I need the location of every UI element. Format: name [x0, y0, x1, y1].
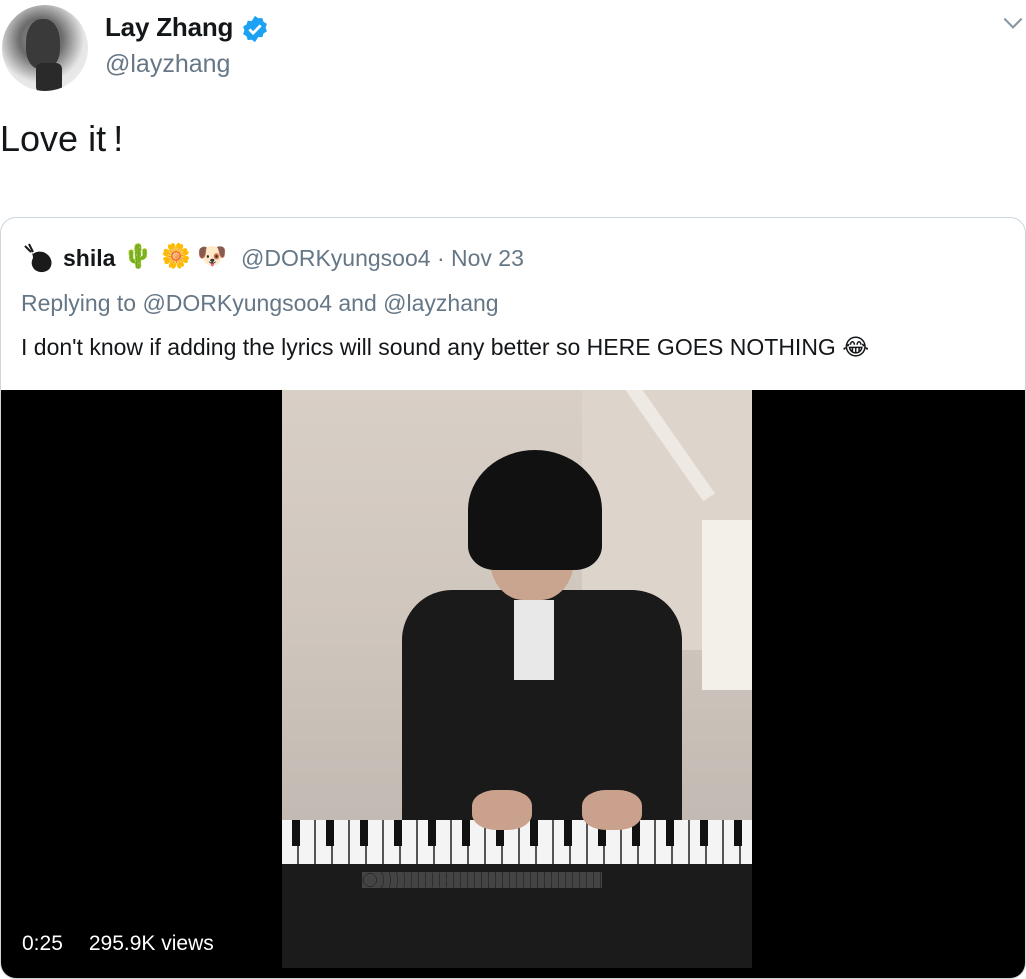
quoted-tweet-card[interactable]: shila 🌵 🌼 🐶 @DORKyungsoo4 · Nov 23 Reply…: [0, 217, 1026, 979]
right-hand: [582, 790, 642, 830]
avatar-neck: [36, 63, 62, 91]
chevron-down-icon[interactable]: [1000, 10, 1026, 36]
flower-emoji-icon: 🌼: [161, 243, 191, 270]
laughing-emoji-icon: 😂: [842, 334, 870, 360]
cactus-emoji-icon: 🌵: [123, 243, 153, 270]
piano-keyboard: [282, 820, 752, 968]
quoted-author-avatar[interactable]: [21, 242, 57, 278]
author-avatar[interactable]: [2, 5, 88, 91]
avatar-face: [26, 19, 60, 69]
quoted-display-name[interactable]: shila: [63, 245, 115, 272]
verified-badge-icon: [243, 15, 267, 43]
video-frame: [282, 390, 752, 968]
quoted-tweet-text: I don't know if adding the lyrics will s…: [21, 334, 869, 361]
person-shirt: [514, 600, 554, 680]
video-time-badge: 0:25: [13, 926, 72, 962]
wall-light: [702, 520, 752, 690]
dog-emoji-icon: 🐶: [197, 243, 227, 270]
author-display-name[interactable]: Lay Zhang: [105, 12, 233, 43]
left-hand: [472, 790, 532, 830]
quoted-text-body: I don't know if adding the lyrics will s…: [21, 334, 836, 360]
bucket-hat: [468, 450, 602, 570]
author-handle[interactable]: @layzhang: [105, 50, 230, 79]
replying-to-line[interactable]: Replying to @DORKyungsoo4 and @layzhang: [21, 290, 499, 317]
tweet-text: Love it !: [0, 118, 124, 159]
video-badges: 0:25 295.9K views: [13, 926, 223, 962]
video-views-badge: 295.9K views: [79, 926, 223, 962]
keyboard-knobs: [362, 872, 602, 888]
video-player[interactable]: 0:25 295.9K views: [1, 390, 1025, 978]
quoted-handle-date[interactable]: @DORKyungsoo4 · Nov 23: [241, 245, 524, 272]
